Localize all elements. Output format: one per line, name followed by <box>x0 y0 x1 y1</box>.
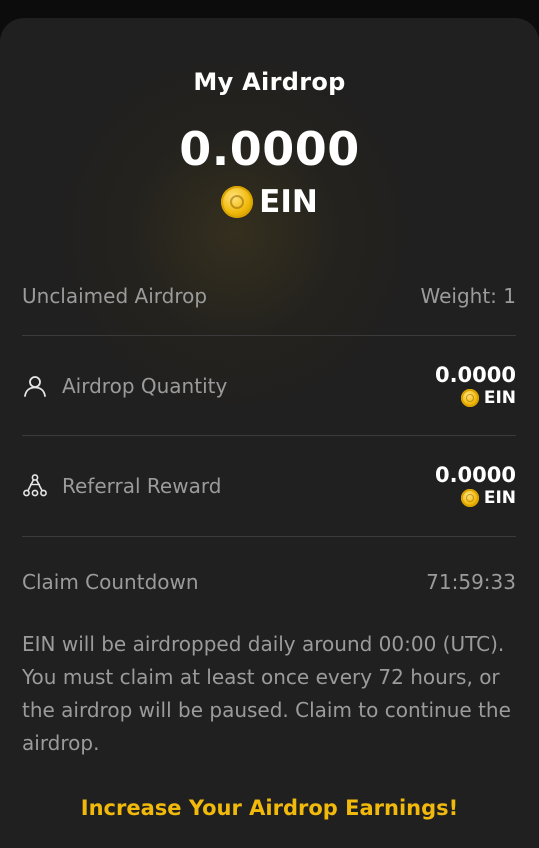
total-airdrop-amount: 0.0000 <box>179 122 360 176</box>
divider <box>22 536 516 537</box>
ein-coin-icon <box>460 489 479 507</box>
claim-countdown-label: Claim Countdown <box>22 570 199 594</box>
referral-reward-token: EIN <box>460 487 516 509</box>
ein-coin-icon <box>221 186 254 218</box>
unclaimed-airdrop-label: Unclaimed Airdrop <box>22 284 208 308</box>
user-icon <box>24 376 46 397</box>
airdrop-quantity-token-symbol: EIN <box>483 388 516 408</box>
referral-reward-token-symbol: EIN <box>483 488 516 508</box>
referral-reward-label-group: Referral Reward <box>22 473 221 499</box>
airdrop-quantity-value: 0.0000 EIN <box>435 363 516 409</box>
claim-countdown-row: Claim Countdown 71:59:33 <box>22 570 516 594</box>
airdrop-quantity-token: EIN <box>460 387 516 409</box>
referral-reward-label: Referral Reward <box>62 474 222 498</box>
referral-reward-row: Referral Reward 0.0000 EIN <box>22 463 516 509</box>
airdrop-quantity-amount: 0.0000 <box>434 363 516 387</box>
divider <box>22 335 516 336</box>
unclaimed-airdrop-row: Unclaimed Airdrop Weight: 1 <box>22 284 516 308</box>
claim-countdown-timer: 71:59:33 <box>426 570 516 594</box>
airdrop-info-text: EIN will be airdropped daily around 00:0… <box>22 632 511 755</box>
network-icon <box>23 474 47 497</box>
airdrop-quantity-label-group: Airdrop Quantity <box>22 373 227 399</box>
screen: My Airdrop 0.0000 EIN Unclaimed Airdrop … <box>0 0 539 848</box>
card-title: My Airdrop <box>193 68 346 96</box>
airdrop-quantity-row: Airdrop Quantity 0.0000 EIN <box>22 363 516 409</box>
increase-earnings-link[interactable]: Increase Your Airdrop Earnings! <box>0 796 539 820</box>
airdrop-quantity-label: Airdrop Quantity <box>62 374 228 398</box>
token-label: EIN <box>0 184 539 220</box>
weight-value: Weight: 1 <box>420 284 517 308</box>
token-symbol: EIN <box>259 184 318 220</box>
divider <box>22 435 516 436</box>
referral-reward-value: 0.0000 EIN <box>435 463 516 509</box>
ein-coin-icon <box>460 389 479 407</box>
referral-reward-amount: 0.0000 <box>434 463 516 487</box>
